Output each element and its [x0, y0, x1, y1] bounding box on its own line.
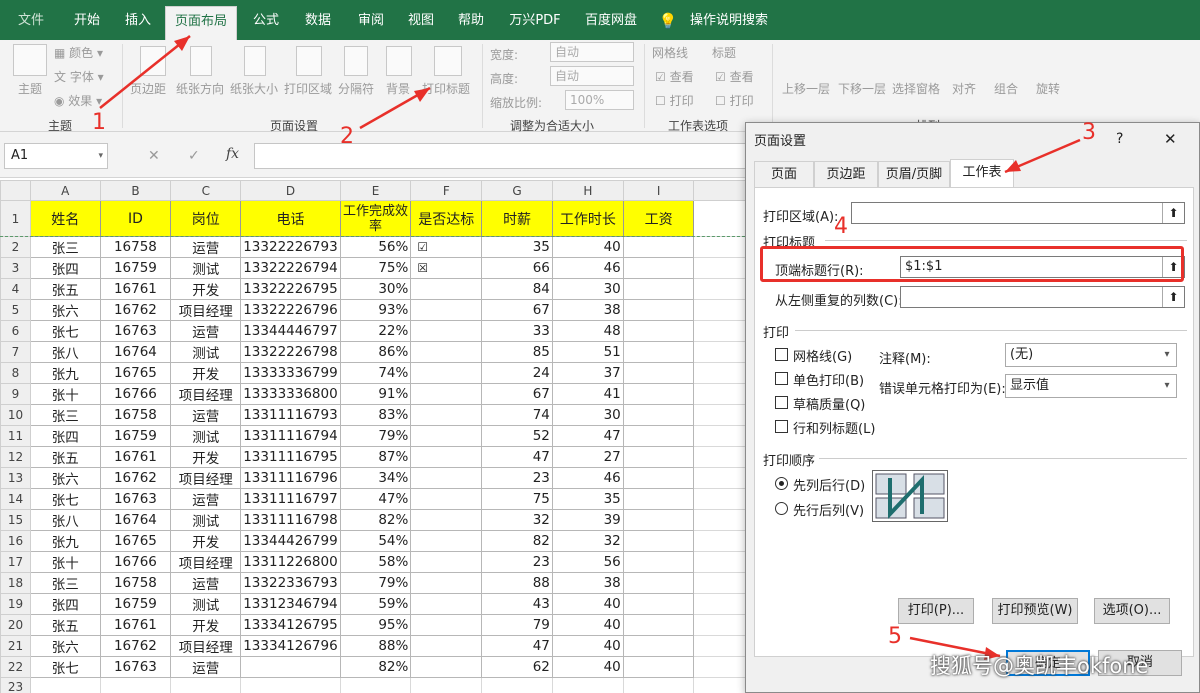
annotation-arrows: [99, 35, 1081, 660]
annotation-3: 3: [1082, 120, 1096, 145]
annotation-4: 4: [834, 214, 848, 239]
watermark: 搜狐号@奥凯丰okfone: [930, 654, 1149, 678]
annotation-5: 5: [888, 624, 902, 649]
annotation-2: 2: [340, 124, 354, 149]
annotation-1: 1: [92, 110, 106, 135]
